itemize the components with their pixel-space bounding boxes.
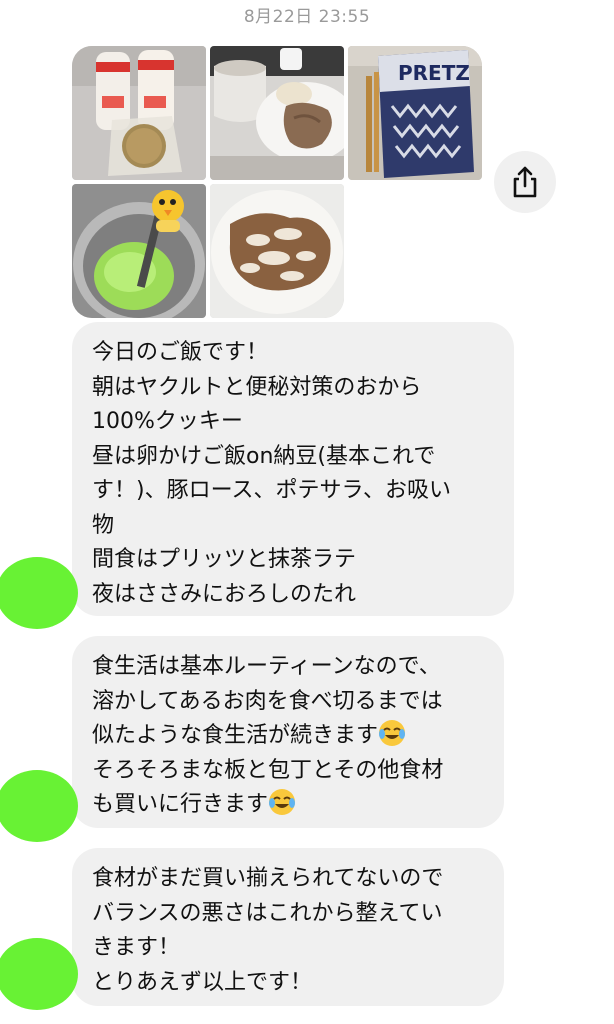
svg-text:PRETZ: PRETZ bbox=[398, 61, 470, 85]
sender-avatar[interactable] bbox=[0, 938, 78, 1010]
photo-pork-and-potato-salad[interactable] bbox=[210, 46, 344, 180]
photo-pretz-box[interactable]: PRETZ bbox=[348, 46, 482, 180]
photo-lunch-image bbox=[210, 46, 344, 180]
message-line: 食生活は基本ルーティーンなので、 bbox=[92, 654, 441, 679]
tears-of-joy-emoji-icon bbox=[269, 789, 296, 815]
message-line: 夜はささみにおろしのたれ bbox=[92, 581, 357, 607]
message-bubble-2[interactable]: 食生活は基本ルーティーンなので、 溶かしてあるお肉を食べ切るまでは 似たような食… bbox=[72, 636, 504, 828]
message-line-text: 似たような食生活が続きます bbox=[92, 723, 379, 748]
message-line: 今日のご飯です！ bbox=[92, 340, 269, 365]
message-bubble-1[interactable]: 今日のご飯です！ 朝はヤクルトと便秘対策のおから 100%クッキー 昼は卵かけご… bbox=[72, 322, 514, 616]
message-line-text: も買いに行きます bbox=[92, 792, 269, 817]
photo-chicken-dinner[interactable] bbox=[210, 184, 344, 318]
message-line: そろそろまな板と包丁とその他食材 bbox=[92, 757, 444, 783]
message-line: バランスの悪さはこれから整えてい bbox=[92, 900, 443, 926]
message-line: 食材がまだ買い揃えられてないので bbox=[92, 866, 444, 891]
message-line: す！)、豚ロース、ポテサラ、お吸い bbox=[92, 478, 452, 503]
share-icon bbox=[513, 166, 537, 198]
message-line: きます！ bbox=[92, 935, 181, 960]
message-line: 100%クッキー bbox=[92, 409, 243, 434]
sender-avatar[interactable] bbox=[0, 770, 78, 842]
message-line: も買いに行きます bbox=[92, 788, 482, 823]
photo-chicken-image bbox=[210, 184, 344, 318]
message-timestamp: 8月22日 23:55 bbox=[243, 7, 371, 27]
photo-matcha-latte[interactable] bbox=[72, 184, 206, 318]
message-line: 物 bbox=[92, 512, 115, 538]
message-line: とりあえず以上です！ bbox=[92, 969, 313, 995]
message-line: 似たような食生活が続きます bbox=[92, 719, 482, 754]
message-line: 朝はヤクルトと便秘対策のおから bbox=[92, 374, 422, 400]
photo-yakult-and-cookies[interactable] bbox=[72, 46, 206, 180]
photo-yakult-image bbox=[72, 46, 206, 180]
message-bubble-3[interactable]: 食材がまだ買い揃えられてないので バランスの悪さはこれから整えてい きます！ と… bbox=[72, 848, 504, 1006]
message-line: 昼は卵かけご飯on納豆(基本これで bbox=[92, 443, 436, 469]
share-button[interactable] bbox=[494, 151, 556, 213]
message-line: 溶かしてあるお肉を食べ切るまでは bbox=[92, 688, 443, 714]
photo-pretz-image: PRETZ bbox=[348, 46, 482, 180]
sender-avatar[interactable] bbox=[0, 557, 78, 629]
photo-matcha-image bbox=[72, 184, 206, 318]
photo-grid: PRETZ bbox=[72, 46, 484, 318]
tears-of-joy-emoji-icon bbox=[379, 720, 406, 746]
message-line: 間食はプリッツと抹茶ラテ bbox=[92, 547, 357, 572]
